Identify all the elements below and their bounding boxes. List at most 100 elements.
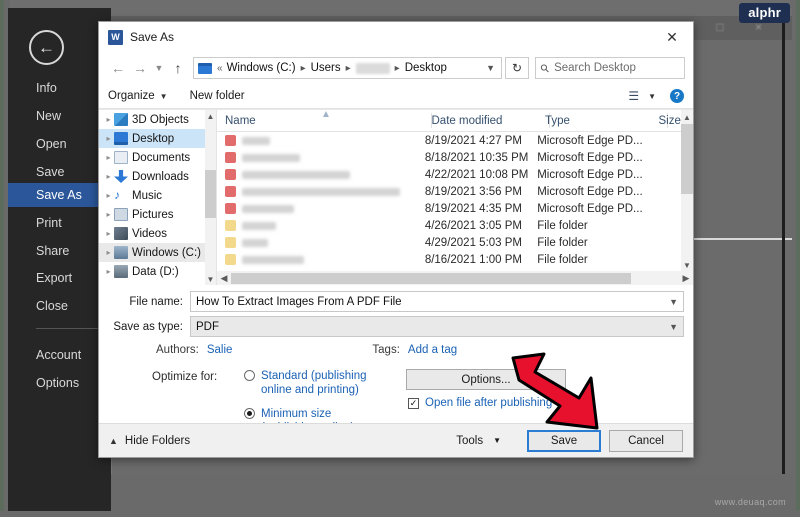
sidebar-item-share[interactable]: Share	[8, 239, 111, 263]
chevron-right-icon: ▸	[394, 62, 400, 74]
file-list-vertical-scrollbar[interactable]: ▲ ▼	[681, 110, 693, 272]
chevron-right-icon[interactable]: ▸	[103, 172, 114, 181]
tree-item-windows-c[interactable]: ▸ Windows (C:)	[99, 243, 216, 262]
chevron-down-icon[interactable]: ▼	[486, 63, 497, 73]
scroll-up-icon[interactable]: ▲	[205, 110, 216, 123]
checkbox-checked-icon[interactable]: ✓	[408, 397, 419, 409]
sidebar-item-label: Account	[36, 348, 82, 362]
authors-value[interactable]: Salie	[207, 344, 233, 356]
tree-item-3d-objects[interactable]: ▸ 3D Objects	[99, 110, 216, 129]
table-row[interactable]: 8/18/2021 10:35 PM Microsoft Edge PD... …	[217, 149, 693, 166]
back-arrow-icon[interactable]: ←	[29, 30, 64, 65]
tree-item-documents[interactable]: ▸ Documents	[99, 148, 216, 167]
breadcrumb-desktop[interactable]: Desktop	[405, 62, 447, 74]
search-input[interactable]: ⚲ Search Desktop	[535, 57, 685, 79]
tree-scrollbar[interactable]: ▲ ▼	[205, 110, 216, 285]
sidebar-item-label: Options	[36, 376, 80, 390]
vertical-scrollbar-thumb[interactable]	[681, 124, 693, 194]
breadcrumb-overflow[interactable]: «	[217, 63, 223, 74]
save-as-type-select[interactable]: PDF ▼	[190, 316, 684, 337]
sidebar-item-save[interactable]: Save	[8, 160, 111, 184]
scroll-up-icon[interactable]: ▲	[681, 110, 693, 124]
horizontal-scrollbar-thumb[interactable]	[231, 272, 631, 284]
close-icon[interactable]: ✕	[651, 22, 693, 52]
file-name-input[interactable]: How To Extract Images From A PDF File ▼	[190, 291, 684, 312]
chevron-down-icon[interactable]: ▼	[648, 92, 656, 101]
new-folder-button[interactable]: New folder	[190, 90, 245, 102]
chevron-right-icon[interactable]: ▸	[103, 134, 114, 143]
scroll-left-icon[interactable]: ◀	[217, 271, 231, 285]
tree-item-desktop[interactable]: ▸ Desktop	[99, 129, 216, 148]
sidebar-item-label: Export	[36, 271, 73, 285]
tree-item-data-d[interactable]: ▸ Data (D:)	[99, 262, 216, 281]
table-row[interactable]: 8/19/2021 3:56 PM Microsoft Edge PD... 1	[217, 183, 693, 200]
sidebar-item-options[interactable]: Options	[8, 371, 111, 395]
arrow-up-icon[interactable]: ↑	[167, 56, 189, 80]
sidebar-item-account[interactable]: Account	[8, 343, 111, 367]
chevron-right-icon[interactable]: ▸	[103, 191, 114, 200]
tree-item-pictures[interactable]: ▸ Pictures	[99, 205, 216, 224]
tree-scrollbar-thumb[interactable]	[205, 170, 216, 218]
radio-standard[interactable]: Standard (publishing online and printing…	[244, 369, 367, 397]
sidebar-item-info[interactable]: Info	[8, 76, 111, 100]
column-header-date-modified[interactable]: Date modified	[424, 115, 537, 127]
sidebar-item-label: Close	[36, 299, 68, 313]
screen: □ × ← Info New Open Save Save As Print S…	[0, 0, 800, 517]
chevron-right-icon[interactable]: ▸	[103, 153, 114, 162]
sidebar-item-export[interactable]: Export	[8, 266, 111, 290]
add-a-tag-link[interactable]: Add a tag	[408, 344, 457, 356]
table-row[interactable]: 8/19/2021 4:35 PM Microsoft Edge PD...	[217, 200, 693, 217]
breadcrumb[interactable]: « Windows (C:) ▸ Users ▸ ▸ Desktop ▼	[193, 57, 502, 79]
radio-button-selected[interactable]	[244, 408, 255, 419]
scroll-right-icon[interactable]: ▶	[679, 271, 693, 285]
chevron-down-icon[interactable]: ▼	[669, 322, 678, 332]
cancel-button[interactable]: Cancel	[609, 429, 683, 452]
tree-item-downloads[interactable]: ▸ Downloads	[99, 167, 216, 186]
tools-button[interactable]: Tools ▼	[456, 435, 501, 447]
table-row[interactable]: 8/19/2021 4:27 PM Microsoft Edge PD... 1	[217, 132, 693, 149]
chevron-right-icon[interactable]: ▸	[103, 115, 114, 124]
file-name-redacted	[242, 153, 300, 162]
chevron-down-icon[interactable]: ▼	[151, 56, 167, 80]
arrow-left-icon[interactable]: ←	[107, 56, 129, 80]
dialog-title: Save As	[130, 30, 175, 44]
scroll-down-icon[interactable]: ▼	[681, 258, 693, 272]
tree-item-music[interactable]: ▸ ♪ Music	[99, 186, 216, 205]
help-icon[interactable]: ?	[670, 89, 684, 103]
column-header-type[interactable]: Type	[537, 115, 650, 127]
sidebar-item-open[interactable]: Open	[8, 132, 111, 156]
refresh-icon[interactable]: ↻	[505, 57, 529, 79]
tree-item-videos[interactable]: ▸ Videos	[99, 224, 216, 243]
breadcrumb-username-redacted[interactable]	[355, 62, 390, 74]
hide-folders-button[interactable]: ▲ Hide Folders	[109, 435, 190, 447]
table-row[interactable]: 4/26/2021 3:05 PM File folder	[217, 217, 693, 234]
table-row[interactable]: 4/22/2021 10:08 PM Microsoft Edge PD... …	[217, 166, 693, 183]
arrow-right-icon[interactable]: →	[129, 56, 151, 80]
tree-item-label: Videos	[132, 227, 167, 240]
sidebar-item-label: Open	[36, 137, 67, 151]
file-date-cell: 4/26/2021 3:05 PM	[424, 219, 522, 232]
file-list-horizontal-scrollbar[interactable]: ◀ ▶	[217, 271, 693, 285]
chevron-right-icon[interactable]: ▸	[103, 210, 114, 219]
left-green-border	[0, 0, 4, 517]
organize-button[interactable]: Organize ▼	[108, 90, 168, 102]
sidebar-item-save-as[interactable]: Save As	[8, 183, 111, 207]
file-name-redacted	[242, 170, 350, 179]
tags-label: Tags:	[372, 344, 400, 356]
chevron-down-icon[interactable]: ▼	[669, 297, 678, 307]
sidebar-item-new[interactable]: New	[8, 104, 111, 128]
view-list-icon[interactable]: ☰	[628, 89, 639, 103]
chevron-right-icon[interactable]: ▸	[103, 267, 114, 276]
chevron-right-icon[interactable]: ▸	[103, 248, 114, 257]
breadcrumb-users[interactable]: Users	[311, 62, 341, 74]
radio-button-unselected[interactable]	[244, 370, 255, 381]
sidebar-item-close[interactable]: Close	[8, 294, 111, 318]
table-row[interactable]: 4/29/2021 5:03 PM File folder	[217, 234, 693, 251]
file-date-cell: 8/16/2021 1:00 PM	[424, 253, 522, 266]
sidebar-item-print[interactable]: Print	[8, 211, 111, 235]
chevron-right-icon[interactable]: ▸	[103, 229, 114, 238]
scroll-down-icon[interactable]: ▼	[205, 273, 216, 285]
breadcrumb-windows-c[interactable]: Windows (C:)	[227, 62, 296, 74]
optimize-label: Optimize for:	[152, 371, 218, 383]
table-row[interactable]: 8/16/2021 1:00 PM File folder	[217, 251, 693, 268]
